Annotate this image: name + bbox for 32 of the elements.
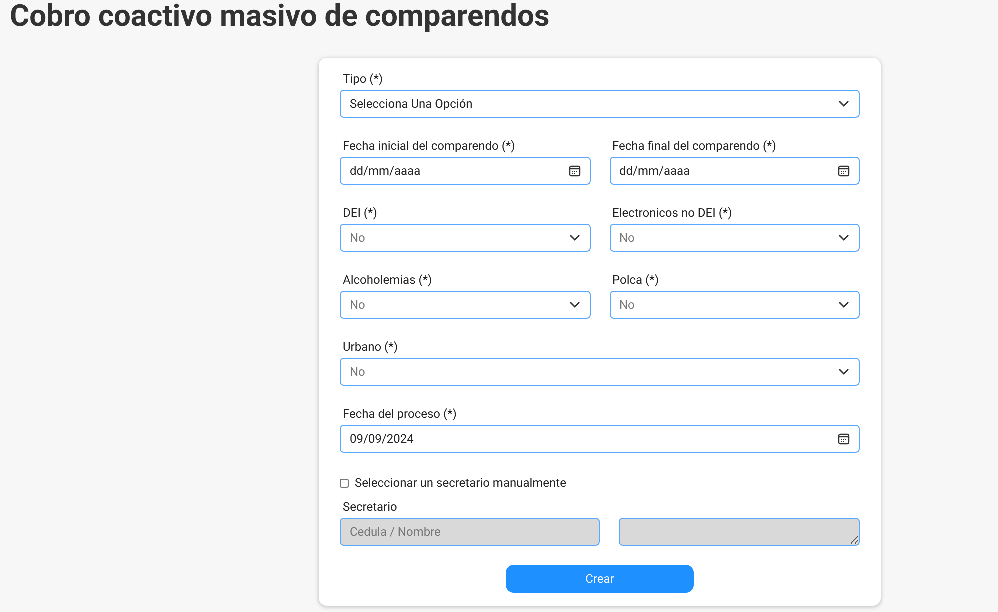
page-title: Cobro coactivo masivo de comparendos bbox=[9, 0, 551, 34]
chevron-down-icon bbox=[838, 100, 850, 108]
checkbox[interactable] bbox=[340, 478, 349, 488]
create-button[interactable]: Crear bbox=[506, 565, 694, 593]
field-label: Polca (*) bbox=[612, 273, 660, 287]
calendar-icon bbox=[838, 165, 850, 177]
field-label: Tipo (*) bbox=[342, 72, 384, 86]
field-label: Alcoholemias (*) bbox=[342, 273, 434, 287]
select-field[interactable]: No bbox=[610, 291, 860, 319]
field-label: DEI (*) bbox=[342, 206, 378, 220]
calendar-icon bbox=[568, 165, 580, 177]
checkbox-label: Seleccionar un secretario manualmente bbox=[355, 475, 566, 492]
date-field[interactable]: dd/mm/aaaa bbox=[610, 157, 860, 185]
select-field[interactable]: No bbox=[340, 291, 590, 319]
field-label: Urbano (*) bbox=[342, 340, 400, 354]
select-field[interactable]: No bbox=[340, 358, 860, 386]
chevron-down-icon bbox=[568, 301, 580, 309]
field-label: Fecha inicial del comparendo (*) bbox=[342, 139, 516, 153]
field-label: Fecha del proceso (*) bbox=[342, 407, 458, 421]
field-label: Electronicos no DEI (*) bbox=[612, 206, 734, 220]
select-field[interactable]: No bbox=[610, 224, 860, 252]
chevron-down-icon bbox=[568, 234, 580, 242]
field-label: Secretario bbox=[342, 500, 398, 514]
field-label: Fecha final del comparendo (*) bbox=[612, 139, 778, 153]
chevron-down-icon bbox=[838, 234, 850, 242]
date-field[interactable]: 09/09/2024 bbox=[340, 425, 860, 453]
chevron-down-icon bbox=[838, 368, 850, 376]
date-field[interactable]: dd/mm/aaaa bbox=[340, 157, 590, 185]
select-field[interactable]: No bbox=[340, 224, 590, 252]
select-field[interactable]: Selecciona Una Opción bbox=[340, 90, 860, 118]
calendar-icon bbox=[838, 433, 850, 445]
chevron-down-icon bbox=[838, 301, 850, 309]
